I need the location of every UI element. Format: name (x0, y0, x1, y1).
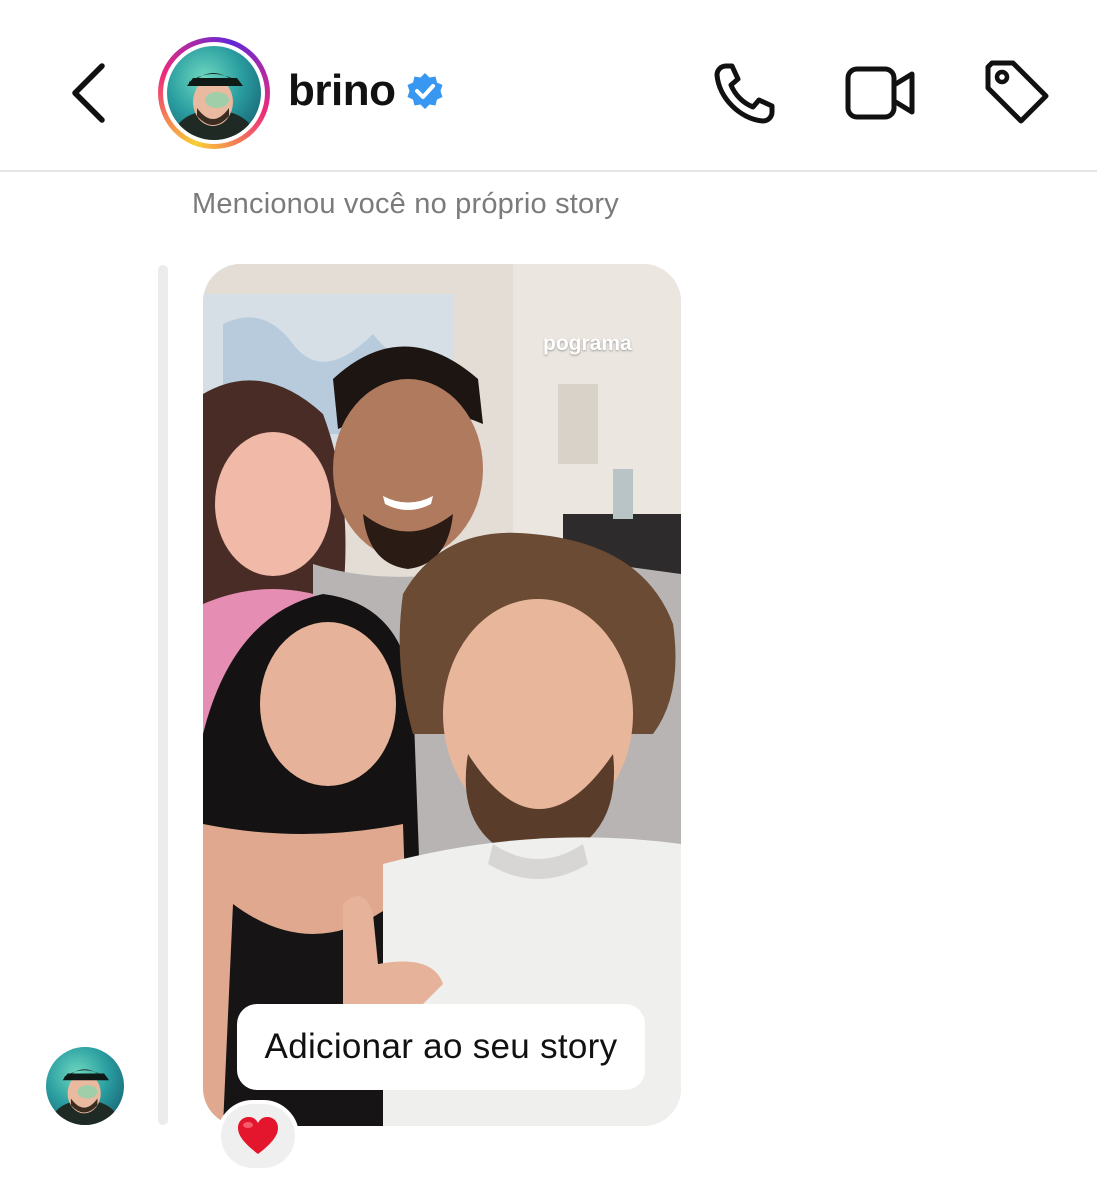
add-to-your-story-button[interactable]: Adicionar ao seu story (237, 1004, 645, 1090)
profile-avatar-with-story-ring[interactable] (158, 37, 270, 149)
back-button[interactable] (62, 58, 118, 128)
story-mention-label: Mencionou você no próprio story (192, 188, 619, 220)
audio-call-button[interactable] (710, 58, 780, 128)
story-photo (203, 264, 681, 1126)
verified-badge-icon (407, 73, 443, 109)
phone-icon (714, 63, 775, 124)
story-text-sticker: pograma (543, 332, 632, 355)
video-camera-icon (845, 66, 915, 120)
chat-header: brino (0, 0, 1097, 172)
avatar (167, 46, 261, 140)
heart-icon (238, 1117, 278, 1154)
tag-icon (985, 60, 1049, 124)
reply-quote-bar (158, 265, 168, 1125)
chevron-left-icon (72, 63, 105, 123)
video-call-button[interactable] (845, 58, 915, 128)
profile-username[interactable]: brino (288, 66, 396, 116)
dm-thread-page: brino Mencionou você no próprio story po… (0, 0, 1097, 1200)
heart-reaction[interactable] (217, 1100, 299, 1172)
story-mention-card[interactable]: pograma Adicionar ao seu story (203, 264, 681, 1126)
sender-avatar[interactable] (46, 1047, 124, 1125)
tag-button[interactable] (982, 58, 1052, 128)
